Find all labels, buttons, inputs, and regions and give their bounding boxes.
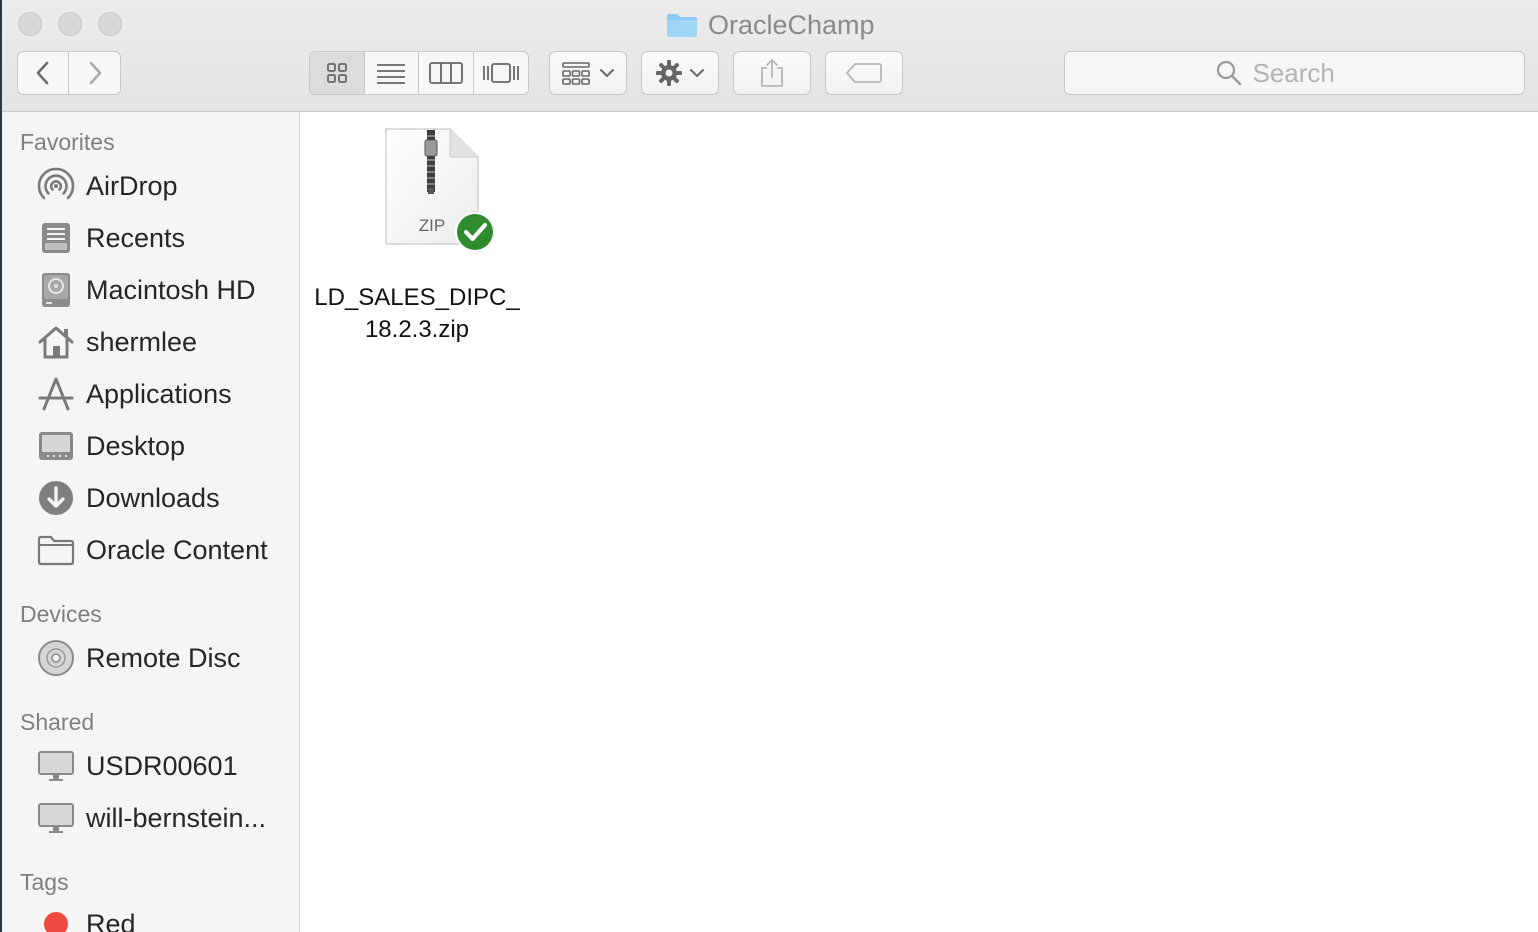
folder-icon [667, 14, 697, 37]
sidebar-item-recents[interactable]: Recents [2, 214, 299, 262]
view-mode-control [309, 51, 529, 95]
file-name: LD_SALES_DIPC_18.2.3.zip [314, 284, 520, 343]
favorites-header: Favorites [20, 129, 115, 155]
sidebar-item-desktop[interactable]: Desktop [2, 422, 299, 470]
arrange-button[interactable] [549, 51, 627, 95]
sidebar-item-applications[interactable]: Applications [2, 370, 299, 418]
sidebar-item-will-bernstein[interactable]: will-bernstein... [2, 794, 299, 842]
minimize-window-button[interactable] [58, 12, 82, 36]
gallery-icon [482, 63, 519, 83]
disc-icon [36, 638, 76, 678]
list-icon [377, 64, 406, 84]
share-icon [761, 59, 783, 87]
sidebar-item-label: Desktop [86, 430, 186, 461]
sidebar-item-label: Downloads [86, 482, 220, 513]
arrange-icon [562, 62, 590, 85]
close-window-button[interactable] [18, 12, 42, 36]
chevron-left-icon [36, 61, 49, 85]
sidebar-item-usdr00601[interactable]: USDR00601 [2, 742, 299, 790]
gear-icon [656, 60, 682, 86]
list-view-button[interactable] [365, 52, 419, 94]
chevron-down-icon [600, 69, 614, 77]
search-icon [1216, 60, 1241, 86]
sidebar-item-label: will-bernstein... [86, 802, 267, 833]
sidebar-item-label: Oracle Content [86, 534, 268, 565]
sidebar-item-tag-red[interactable]: Red [2, 900, 299, 932]
sidebar-item-label: Applications [86, 378, 232, 409]
finder-window: OracleChamp Search Favorites AirDrop Rec… [2, 0, 1538, 932]
back-button[interactable] [18, 52, 70, 94]
sidebar-item-label: Remote Disc [86, 642, 241, 673]
airdrop-icon [36, 166, 76, 206]
sidebar-item-macintosh-hd[interactable]: Macintosh HD [2, 266, 299, 314]
chevron-right-icon [89, 61, 101, 85]
zip-file-icon: ZIP [385, 128, 495, 252]
zoom-window-button[interactable] [98, 12, 122, 36]
sidebar-item-label: Recents [86, 222, 186, 253]
search-field[interactable] [1064, 51, 1525, 95]
desktop-icon [36, 426, 76, 466]
recents-icon [36, 218, 76, 258]
search-input[interactable] [1250, 56, 1375, 90]
downloads-icon [36, 478, 76, 518]
chevron-down-icon [690, 69, 704, 77]
forward-button[interactable] [69, 52, 120, 94]
navigation-buttons [17, 51, 121, 95]
sidebar: Favorites AirDrop Recents Macintosh HD s… [2, 112, 300, 932]
sidebar-item-remote-disc[interactable]: Remote Disc [2, 634, 299, 682]
edit-tags-button[interactable] [825, 51, 903, 95]
sidebar-item-label: AirDrop [86, 170, 178, 201]
devices-header: Devices [20, 601, 102, 627]
sidebar-item-shermlee[interactable]: shermlee [2, 318, 299, 366]
sidebar-item-label: Red [86, 908, 136, 932]
column-view-button[interactable] [419, 52, 474, 94]
sidebar-item-label: USDR00601 [86, 750, 238, 781]
icon-view-button[interactable] [310, 52, 365, 94]
sidebar-item-downloads[interactable]: Downloads [2, 474, 299, 522]
title-bar: OracleChamp [2, 0, 1538, 112]
applications-icon [36, 374, 76, 414]
grid-icon [326, 63, 347, 83]
tags-header: Tags [20, 869, 69, 895]
action-button[interactable] [641, 51, 719, 95]
sidebar-item-label: Macintosh HD [86, 274, 256, 305]
sidebar-item-airdrop[interactable]: AirDrop [2, 162, 299, 210]
computer-icon [36, 798, 76, 838]
home-icon [36, 322, 76, 362]
window-title: OracleChamp [666, 8, 875, 42]
share-button[interactable] [733, 51, 811, 95]
tag-icon [846, 63, 882, 83]
sync-status-badge [457, 214, 493, 250]
red-tag-dot-icon [36, 904, 76, 932]
sidebar-item-label: shermlee [86, 326, 198, 357]
window-title-text: OracleChamp [708, 9, 875, 40]
shared-header: Shared [20, 709, 95, 735]
computer-icon [36, 746, 76, 786]
file-browser-content: ZIP LD_SALES_DIPC_18.2.3.zip [300, 112, 1538, 932]
columns-icon [428, 62, 463, 84]
hard-drive-icon [36, 270, 76, 310]
folder-icon [36, 530, 76, 570]
gallery-view-button[interactable] [474, 52, 529, 94]
file-type-label: ZIP [419, 216, 445, 235]
sidebar-item-oracle-content[interactable]: Oracle Content [2, 526, 299, 574]
